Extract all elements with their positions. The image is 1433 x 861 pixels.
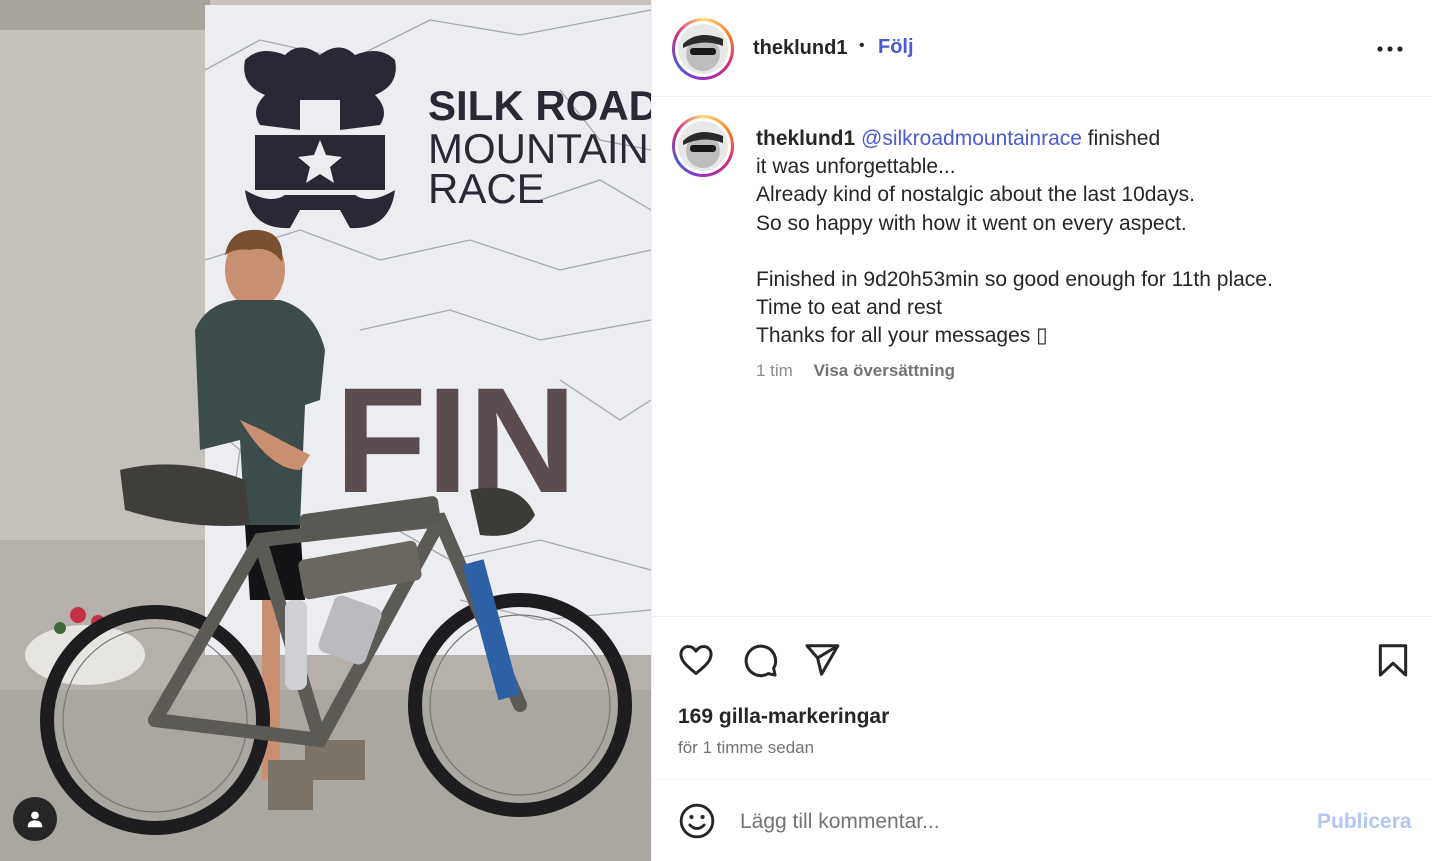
user-tag-icon [27,811,43,828]
caption-meta: 1 tim Visa översättning [756,361,955,381]
banner-line1: SILK ROAD [428,82,651,129]
caption-avatar[interactable] [672,115,734,177]
caption-line: Time to eat and rest [756,296,942,320]
caption-line: Finished in 9d20h53min so good enough fo… [756,267,1273,291]
post-header: theklund1 • Följ [652,0,1432,97]
tag-people-button[interactable] [13,797,57,841]
post-panel: theklund1 • Följ theklund1 @silkroadmoun… [651,0,1433,861]
avatar-image [678,121,728,171]
caption-line: Thanks for all your messages ▯ [756,324,1048,348]
send-icon[interactable] [803,641,841,679]
likes-count[interactable]: 169 gilla-markeringar [678,705,889,729]
post-timestamp: för 1 timme sedan [678,738,815,757]
banner-line3: RACE [428,165,545,212]
caption-first-line: finished [1081,127,1161,150]
post-photo[interactable]: SILK ROAD MOUNTAIN RACE FIN [0,0,651,861]
action-bar: 169 gilla-markeringar för 1 timme sedan [652,616,1432,779]
caption-text: theklund1 @silkroadmountainrace finished… [756,125,1396,350]
comment-icon[interactable] [741,641,779,679]
photo-image: SILK ROAD MOUNTAIN RACE FIN [0,0,651,861]
separator-dot: • [859,37,865,54]
caption-line: So so happy with how it went on every as… [756,211,1187,235]
translate-link[interactable]: Visa översättning [814,361,955,380]
avatar-image [678,24,728,74]
heart-icon[interactable] [677,641,715,679]
comment-input[interactable] [740,804,1280,840]
follow-button[interactable]: Följ [878,36,914,59]
caption-line: it was unforgettable... [756,155,956,179]
banner-fin: FIN [335,356,577,524]
avatar[interactable] [672,18,734,80]
caption-username[interactable]: theklund1 [756,127,855,150]
more-horizontal-icon[interactable] [1375,38,1405,60]
caption-line: Already kind of nostalgic about the last… [756,183,1195,207]
caption-age[interactable]: 1 tim [756,361,793,380]
caption-mention[interactable]: @silkroadmountainrace [861,127,1082,150]
emoji-icon[interactable] [678,802,716,840]
comment-bar: Publicera [652,779,1432,861]
publish-button[interactable]: Publicera [1317,810,1412,834]
post-username[interactable]: theklund1 [753,37,847,60]
bookmark-icon[interactable] [1374,641,1412,679]
